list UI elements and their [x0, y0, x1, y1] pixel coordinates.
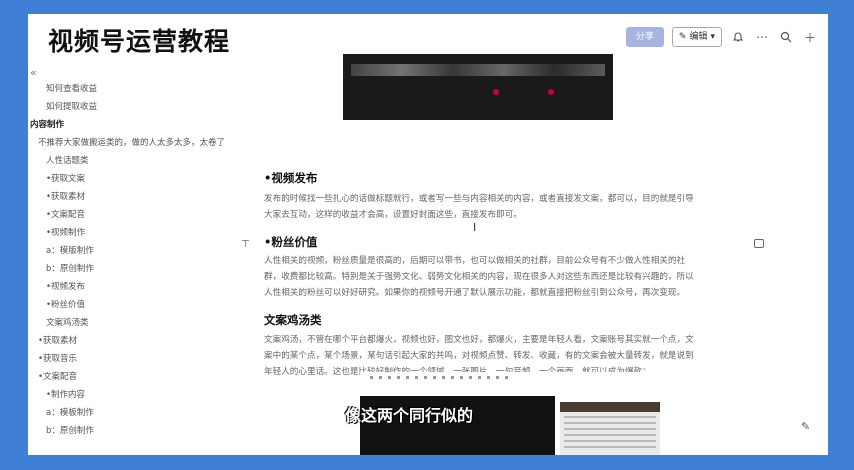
collapse-sidebar-icon[interactable]: «: [30, 66, 37, 79]
outline-sidebar: « 知何查看收益 如何提取收益 内容制作 不推荐大家做搬运类的，做的人太多太多，…: [28, 64, 228, 455]
bell-icon[interactable]: [730, 29, 746, 45]
sidebar-item[interactable]: 不推荐大家做搬运类的，做的人太多太多，太卷了: [38, 138, 225, 149]
sidebar-item[interactable]: •视频制作: [46, 228, 85, 239]
image-band: [560, 402, 660, 412]
video-mark: [548, 89, 554, 95]
image-right-panel: [560, 402, 660, 455]
sidebar-item[interactable]: •获取文案: [46, 174, 85, 185]
sidebar-item[interactable]: •获取音乐: [38, 354, 77, 365]
chevron-down-icon: ▾: [710, 32, 715, 42]
paragraph-line: 大家去互动，这样的收益才会高，设置好封面这些，直接发布即可。: [264, 210, 522, 220]
sidebar-item[interactable]: b：原创制作: [46, 264, 94, 275]
add-icon[interactable]: ＋: [802, 29, 818, 45]
text-cursor-icon: I: [473, 221, 477, 234]
paragraph-line: 案中的某个点，某个场景，某句话引起大家的共鸣，对视频点赞、转发、收藏，有的文案会…: [264, 351, 694, 361]
search-icon[interactable]: [778, 29, 794, 45]
sidebar-item[interactable]: •文案配音: [46, 210, 85, 221]
sidebar-item[interactable]: 人性话题类: [46, 156, 89, 167]
sidebar-item[interactable]: •视频发布: [46, 282, 85, 293]
more-icon[interactable]: ⋯: [754, 29, 770, 45]
video-strip: [351, 64, 605, 76]
block-handle-icon[interactable]: ⊤: [241, 239, 250, 250]
paragraph-line: 群，收费都比较高。特别是关于强势文化、弱势文化相关的内容，现在很多人对这些东西还…: [264, 272, 694, 282]
sidebar-item[interactable]: 内容制作: [30, 120, 64, 131]
sidebar-item[interactable]: a：模板制作: [46, 408, 94, 419]
edit-button-label: 编辑: [689, 32, 708, 42]
sidebar-item[interactable]: •获取素材: [38, 336, 77, 347]
section-heading: •视频发布: [264, 171, 318, 185]
section-heading: 文案鸡汤类: [264, 313, 322, 327]
toolbar: 分享 ✎ 编辑 ▾ ⋯ ＋: [625, 26, 818, 48]
sidebar-item[interactable]: •粉丝价值: [46, 300, 85, 311]
share-button[interactable]: 分享: [625, 27, 664, 47]
embedded-video-frame[interactable]: [343, 54, 613, 120]
sidebar-item[interactable]: •获取素材: [46, 192, 85, 203]
sidebar-item[interactable]: b：原创制作: [46, 426, 94, 437]
video-subtitle: 像这两个同行似的: [345, 406, 474, 425]
sidebar-item[interactable]: 知何查看收益: [46, 84, 97, 95]
sidebar-item[interactable]: a：模版制作: [46, 246, 94, 257]
paragraph-line: 发布的时候找一些扎心的话做标题就行，或者写一些与内容相关的内容，或者直接发文案，…: [264, 194, 694, 204]
sidebar-item[interactable]: 如何提取收益: [46, 102, 97, 113]
comment-icon[interactable]: [754, 239, 764, 248]
section-heading: •粉丝价值: [264, 235, 318, 249]
paragraph-line: 人性相关的视频，粉丝质量是很高的，后期可以带书，也可以做相关的社群，目前公众号有…: [264, 256, 686, 266]
course-title: 视频号运营教程: [48, 27, 231, 56]
pencil-icon: ✎: [678, 32, 687, 42]
paragraph-line: 文案鸡汤，不管在哪个平台都爆火，视频也好，图文也好，都爆火，主要是年轻人看，文案…: [264, 335, 694, 345]
sidebar-item[interactable]: •制作内容: [46, 390, 85, 401]
sidebar-item[interactable]: •文案配音: [38, 372, 77, 383]
image-caption-line: [370, 376, 510, 379]
floating-edit-icon[interactable]: ✎: [801, 420, 810, 433]
video-mark: [493, 89, 499, 95]
sidebar-item[interactable]: 文案鸡汤类: [46, 318, 89, 329]
paragraph-line: 人性相关的粉丝可以好好研究。如果你的视频号开通了默认展示功能，都就直接把粉丝引到…: [264, 288, 686, 298]
edit-button[interactable]: ✎ 编辑 ▾: [671, 27, 722, 47]
image-text-block: [564, 416, 656, 452]
